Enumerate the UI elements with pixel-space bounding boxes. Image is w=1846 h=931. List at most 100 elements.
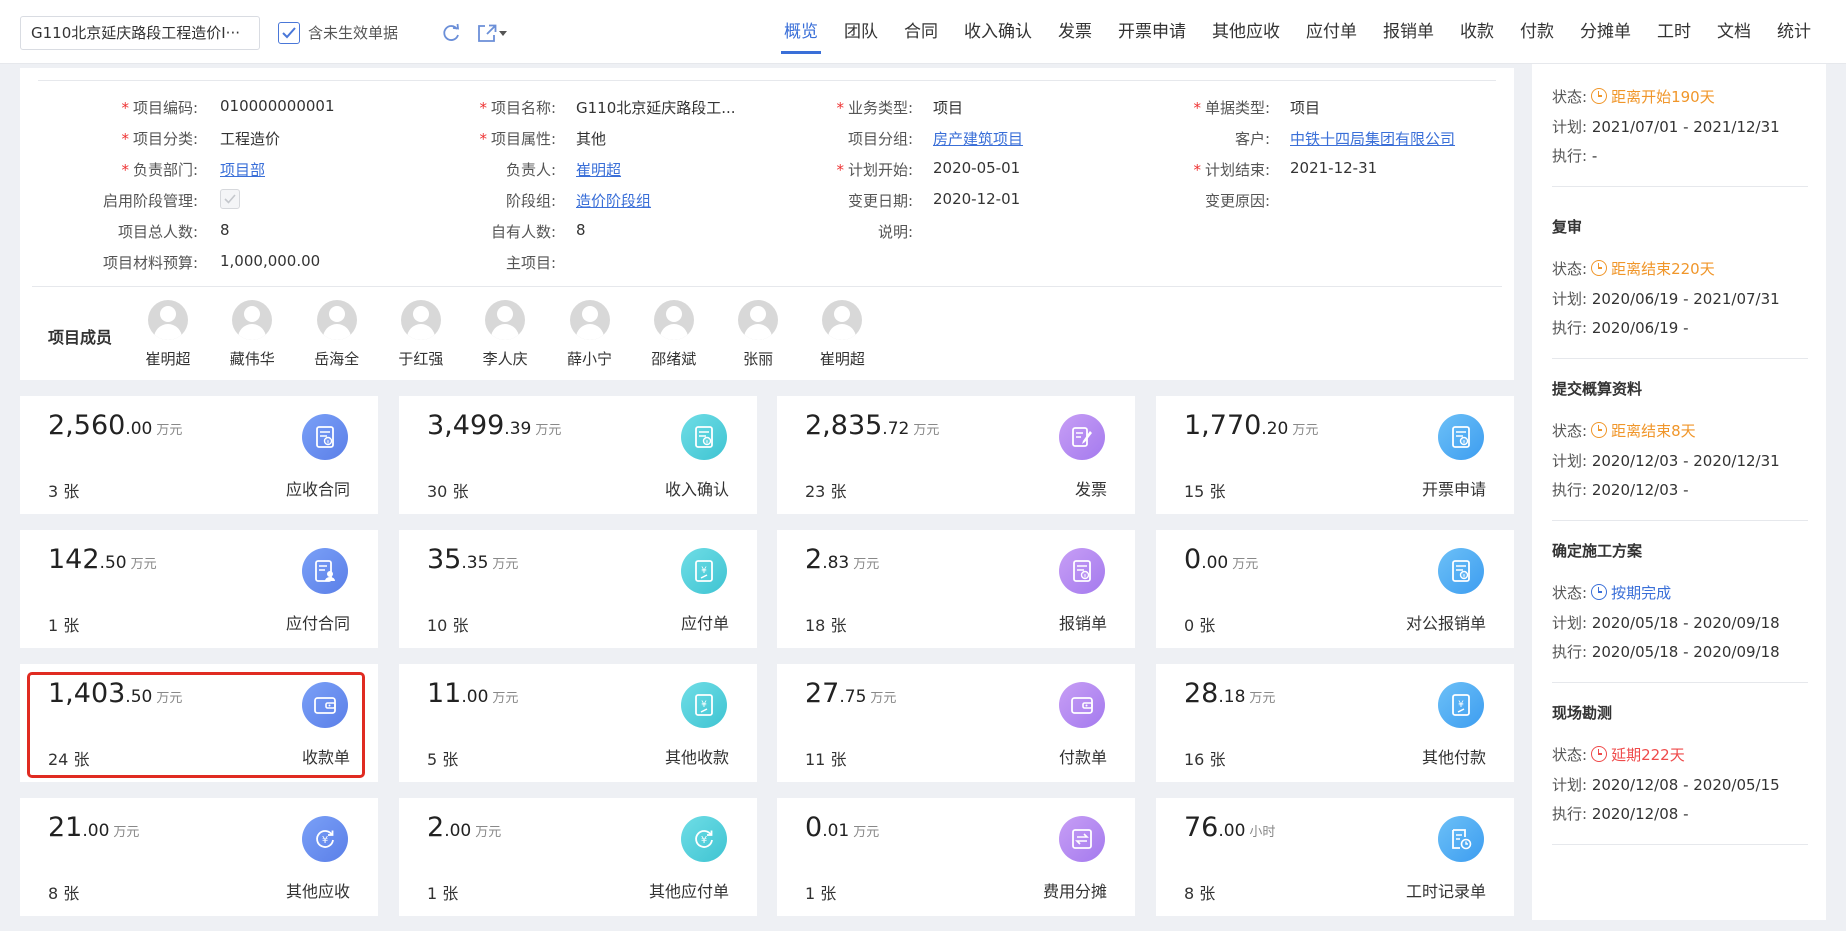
svg-text:¥: ¥: [1462, 439, 1466, 445]
export-dropdown-icon[interactable]: [476, 22, 508, 44]
stage-divider: [1552, 358, 1808, 359]
tab-9[interactable]: 收款: [1447, 0, 1507, 64]
card-label: 付款单: [1058, 748, 1107, 767]
card-count: 30 张: [427, 482, 469, 501]
avatar: [400, 300, 441, 340]
member-name: 崔明超: [819, 350, 865, 368]
field-stage-group-link[interactable]: 造价阶段组: [576, 190, 651, 211]
avatar: [569, 300, 610, 340]
tab-11[interactable]: 分摊单: [1567, 0, 1644, 64]
member-item[interactable]: 藏伟华: [217, 300, 287, 369]
project-select[interactable]: G110北京延庆路段工程造价I···: [20, 16, 260, 50]
clock-icon: [1591, 260, 1608, 276]
card-amount: 2.00 万元: [427, 812, 501, 843]
card-count: 3 张: [48, 482, 80, 501]
card-amount: 1,770.20 万元: [1184, 410, 1318, 441]
card-amount-dec: .00: [1218, 821, 1246, 841]
member-item[interactable]: 崔明超: [807, 300, 877, 369]
stage-divider: [1552, 682, 1808, 683]
summary-card[interactable]: 21.00 万元 ¥8 张 其他应收: [20, 798, 378, 916]
card-amount: 2.83 万元: [805, 544, 879, 575]
clock-icon: [1591, 422, 1608, 438]
card-amount-dec: .72: [882, 419, 910, 439]
summary-card[interactable]: 27.75 万元 11 张 付款单: [777, 664, 1135, 782]
tab-1[interactable]: 团队: [831, 0, 891, 64]
summary-card[interactable]: 142.50 万元 1 张 应付合同: [20, 530, 378, 648]
card-unit: 万元: [492, 691, 519, 706]
svg-text:¥: ¥: [322, 835, 328, 846]
card-count: 23 张: [805, 482, 847, 501]
summary-card[interactable]: 3,499.39 万元 ¥30 张 收入确认: [399, 396, 757, 514]
tab-8[interactable]: 报销单: [1370, 0, 1447, 64]
summary-card[interactable]: 0.01 万元 1 张 费用分摊: [777, 798, 1135, 916]
cost-allocation-icon: [1059, 816, 1105, 862]
avatar: [316, 300, 357, 340]
member-item[interactable]: 薛小宁: [555, 300, 625, 369]
stage-plan-label: 计划:: [1552, 452, 1588, 470]
summary-card[interactable]: 1,770.20 万元 ¥15 张 开票申请: [1156, 396, 1514, 514]
stage-title: 提交概算资料: [1552, 380, 1643, 398]
summary-card[interactable]: 2.00 万元 ¥1 张 其他应付单: [399, 798, 757, 916]
stage-exec: 2020/12/08 -: [1591, 805, 1689, 823]
tab-6[interactable]: 其他应收: [1199, 0, 1293, 64]
member-item[interactable]: 崔明超: [133, 300, 203, 369]
summary-card[interactable]: 76.00 小时 8 张 工时记录单: [1156, 798, 1514, 916]
stage-status-row: 状态: 延期222天: [1552, 744, 1685, 765]
card-unit: 小时: [1249, 825, 1276, 840]
stage-exec: -: [1591, 147, 1598, 165]
avatar: [822, 300, 863, 340]
summary-card[interactable]: 2,560.00 万元 ¥3 张 应收合同: [20, 396, 378, 514]
member-item[interactable]: 岳海全: [302, 300, 372, 369]
expense-report-icon: ¥: [1059, 548, 1105, 594]
clock-icon: [1591, 746, 1608, 762]
tab-0[interactable]: 概览: [771, 0, 831, 64]
summary-card[interactable]: 11.00 万元 ¥5 张 其他收款: [399, 664, 757, 782]
card-amount-int: 2: [805, 544, 823, 575]
tab-13[interactable]: 文档: [1704, 0, 1764, 64]
stage-status: 距离结束8天: [1611, 422, 1696, 440]
tab-3[interactable]: 收入确认: [951, 0, 1045, 64]
tab-12[interactable]: 工时: [1644, 0, 1704, 64]
svg-text:¥: ¥: [701, 700, 707, 710]
card-count: 1 张: [427, 884, 459, 903]
member-item[interactable]: 邵绪斌: [639, 300, 709, 369]
summary-card[interactable]: 28.18 万元 ¥16 张 其他付款: [1156, 664, 1514, 782]
tab-10[interactable]: 付款: [1507, 0, 1567, 64]
refresh-icon[interactable]: [440, 22, 462, 44]
tab-4[interactable]: 发票: [1045, 0, 1105, 64]
member-name: 邵绪斌: [651, 350, 697, 368]
summary-card[interactable]: 0.00 万元 ¥0 张 对公报销单: [1156, 530, 1514, 648]
field-dept-link[interactable]: 项目部: [220, 159, 265, 180]
field-owner-link[interactable]: 崔明超: [576, 159, 621, 180]
stage-exec-row: 执行: 2020/12/03 -: [1552, 479, 1688, 500]
tab-5[interactable]: 开票申请: [1105, 0, 1199, 64]
include-invalid-checkbox[interactable]: [278, 22, 300, 44]
field-total-people-value: 8: [220, 221, 230, 239]
stage-plan-label: 计划:: [1552, 614, 1588, 632]
card-unit: 万元: [130, 557, 157, 572]
member-item[interactable]: 张丽: [723, 300, 793, 369]
card-amount: 0.00 万元: [1184, 544, 1258, 575]
summary-card[interactable]: 35.35 万元 ¥10 张 应付单: [399, 530, 757, 648]
card-count: 16 张: [1184, 750, 1226, 769]
card-amount-dec: .00: [1201, 553, 1229, 573]
member-item[interactable]: 李人庆: [470, 300, 540, 369]
member-item[interactable]: 于红强: [386, 300, 456, 369]
card-label: 其他收款: [664, 748, 729, 767]
tab-2[interactable]: 合同: [891, 0, 951, 64]
receivable-contract-icon: ¥: [302, 414, 348, 460]
card-amount-int: 76: [1184, 812, 1219, 843]
card-unit: 万元: [1232, 557, 1259, 572]
card-amount: 35.35 万元: [427, 544, 518, 575]
tab-14[interactable]: 统计: [1764, 0, 1824, 64]
card-amount: 27.75 万元: [805, 678, 896, 709]
tab-7[interactable]: 应付单: [1293, 0, 1370, 64]
stage-title: 造价方案及付款: [1552, 64, 1657, 65]
summary-card[interactable]: 2.83 万元 ¥18 张 报销单: [777, 530, 1135, 648]
card-count: 8 张: [1184, 884, 1216, 903]
field-customer-link[interactable]: 中铁十四局集团有限公司: [1290, 128, 1455, 149]
members-title: 项目成员: [48, 328, 113, 347]
stage-status-label: 状态:: [1552, 584, 1588, 602]
field-group-link[interactable]: 房产建筑项目: [933, 128, 1023, 149]
summary-card[interactable]: 2,835.72 万元 23 张 发票: [777, 396, 1135, 514]
